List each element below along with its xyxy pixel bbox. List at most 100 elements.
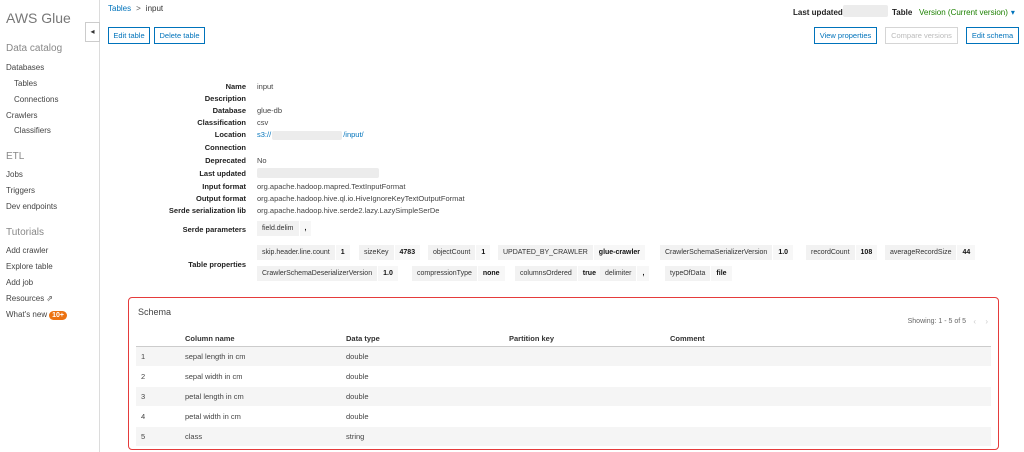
column-header-partition[interactable]: Partition key xyxy=(509,334,554,343)
breadcrumb: Tables > input xyxy=(108,4,163,13)
next-page-icon[interactable]: › xyxy=(985,317,988,326)
prev-page-icon[interactable]: ‹ xyxy=(973,317,976,326)
edit-schema-button[interactable]: Edit schema xyxy=(966,27,1019,44)
sidebar-item-explore-table[interactable]: Explore table xyxy=(6,262,53,271)
param-key: skip.header.line.count xyxy=(257,245,336,260)
resources-label: Resources xyxy=(6,294,45,303)
location-redacted xyxy=(272,130,343,140)
new-count-badge: 10+ xyxy=(49,311,67,320)
sidebar-item-resources[interactable]: Resources ⇗ xyxy=(6,294,53,303)
section-etl: ETL xyxy=(6,151,25,162)
edit-table-button[interactable]: Edit table xyxy=(108,27,150,44)
classification-value: csv xyxy=(257,118,269,127)
sidebar-item-whats-new[interactable]: What's new 10+ xyxy=(6,310,67,320)
table-row[interactable]: 2 sepal width in cm double xyxy=(136,367,991,386)
param-key: UPDATED_BY_CRAWLER xyxy=(498,245,594,260)
table-prop: averageRecordSize 44 xyxy=(885,245,976,260)
last-updated-prop-redacted xyxy=(257,168,379,178)
table-prop: CrawlerSchemaSerializerVersion 1.0 xyxy=(660,245,794,260)
param-value: 108 xyxy=(855,245,878,260)
data-type: double xyxy=(346,392,369,401)
compare-versions-button[interactable]: Compare versions xyxy=(885,27,958,44)
section-data-catalog: Data catalog xyxy=(6,43,63,54)
last-updated-label: Last updated xyxy=(793,8,843,17)
param-value: 1.0 xyxy=(378,266,398,281)
sidebar-item-databases[interactable]: Databases xyxy=(6,63,44,72)
data-type: double xyxy=(346,352,369,361)
sidebar-item-crawlers[interactable]: Crawlers xyxy=(6,111,38,120)
param-value: , xyxy=(299,221,312,236)
table-row[interactable]: 4 petal width in cm double xyxy=(136,407,991,426)
param-value: 44 xyxy=(957,245,976,260)
sidebar-item-dev-endpoints[interactable]: Dev endpoints xyxy=(6,202,57,211)
param-key: CrawlerSchemaSerializerVersion xyxy=(660,245,774,260)
param-key: field.delim xyxy=(257,221,300,236)
location-suffix: /input/ xyxy=(343,130,364,139)
row-number: 5 xyxy=(141,432,146,441)
table-row[interactable]: 1 sepal length in cm double xyxy=(136,347,991,366)
table-prop: delimiter, xyxy=(600,266,650,281)
connection-label: Connection xyxy=(204,143,246,152)
table-label: Table xyxy=(892,8,913,17)
last-updated-value-redacted xyxy=(843,5,888,17)
column-name: sepal length in cm xyxy=(185,352,246,361)
table-prop: objectCount 1 xyxy=(428,245,491,260)
name-label: Name xyxy=(225,82,246,91)
row-number: 1 xyxy=(141,352,146,361)
external-link-icon: ⇗ xyxy=(46,294,53,303)
table-prop: recordCount 108 xyxy=(806,245,878,260)
param-key: recordCount xyxy=(806,245,856,260)
param-key: CrawlerSchemaDeserializerVersion xyxy=(257,266,379,281)
last-updated-prop-label: Last updated xyxy=(199,169,246,178)
collapse-sidebar-button[interactable]: ◂ xyxy=(85,22,100,42)
description-label: Description xyxy=(204,94,246,103)
sidebar-item-jobs[interactable]: Jobs xyxy=(6,170,23,179)
breadcrumb-tables-link[interactable]: Tables xyxy=(108,4,131,13)
table-row[interactable]: 3 petal length in cm double xyxy=(136,387,991,406)
serde-lib-value: org.apache.hadoop.hive.serde2.lazy.LazyS… xyxy=(257,206,440,215)
table-props-label: Table properties xyxy=(188,260,246,269)
param-value: glue-crawler xyxy=(593,245,646,260)
serde-params-label: Serde parameters xyxy=(182,225,246,234)
delete-table-button[interactable]: Delete table xyxy=(154,27,205,44)
column-header-type[interactable]: Data type xyxy=(346,334,380,343)
input-format-label: Input format xyxy=(202,182,246,191)
data-type: double xyxy=(346,372,369,381)
table-prop: UPDATED_BY_CRAWLER glue-crawler xyxy=(498,245,646,260)
param-value: 1.0 xyxy=(773,245,794,260)
column-header-comment[interactable]: Comment xyxy=(670,334,705,343)
output-format-label: Output format xyxy=(196,194,246,203)
database-value: glue-db xyxy=(257,106,283,115)
param-key: typeOfData xyxy=(665,266,712,281)
param-key: columnsOrdered xyxy=(515,266,578,281)
sidebar-item-connections[interactable]: Connections xyxy=(14,95,58,104)
column-name: petal length in cm xyxy=(185,392,244,401)
sidebar-item-tables[interactable]: Tables xyxy=(14,79,37,88)
sidebar-item-classifiers[interactable]: Classifiers xyxy=(14,126,51,135)
table-prop: typeOfData file xyxy=(665,266,732,281)
name-value: input xyxy=(257,82,274,91)
deprecated-value: No xyxy=(257,156,267,165)
sidebar-item-add-job[interactable]: Add job xyxy=(6,278,33,287)
param-value: none xyxy=(477,266,505,281)
pagination-status: Showing: 1 - 5 of 5 xyxy=(907,318,966,325)
service-title[interactable]: AWS Glue xyxy=(6,10,71,26)
sidebar-item-triggers[interactable]: Triggers xyxy=(6,186,35,195)
param-key: averageRecordSize xyxy=(885,245,958,260)
version-dropdown[interactable]: Version (Current version) ▾ xyxy=(919,8,1015,17)
sidebar: AWS Glue Data catalog Databases Tables C… xyxy=(0,0,100,452)
sidebar-item-add-crawler[interactable]: Add crawler xyxy=(6,246,48,255)
location-link[interactable]: s3:// /input/ xyxy=(257,130,364,140)
table-prop: skip.header.line.count 1 xyxy=(257,245,350,260)
whats-new-label: What's new xyxy=(6,310,48,319)
serde-lib-label: Serde serialization lib xyxy=(168,206,246,215)
param-key: sizeKey xyxy=(359,245,395,260)
column-name: sepal width in cm xyxy=(185,372,243,381)
table-row[interactable]: 5 class string xyxy=(136,427,991,446)
view-properties-button[interactable]: View properties xyxy=(814,27,877,44)
column-header-name[interactable]: Column name xyxy=(185,334,235,343)
deprecated-label: Deprecated xyxy=(205,156,246,165)
row-number: 4 xyxy=(141,412,146,421)
output-format-value: org.apache.hadoop.hive.ql.io.HiveIgnoreK… xyxy=(257,194,465,203)
data-type: string xyxy=(346,432,365,441)
